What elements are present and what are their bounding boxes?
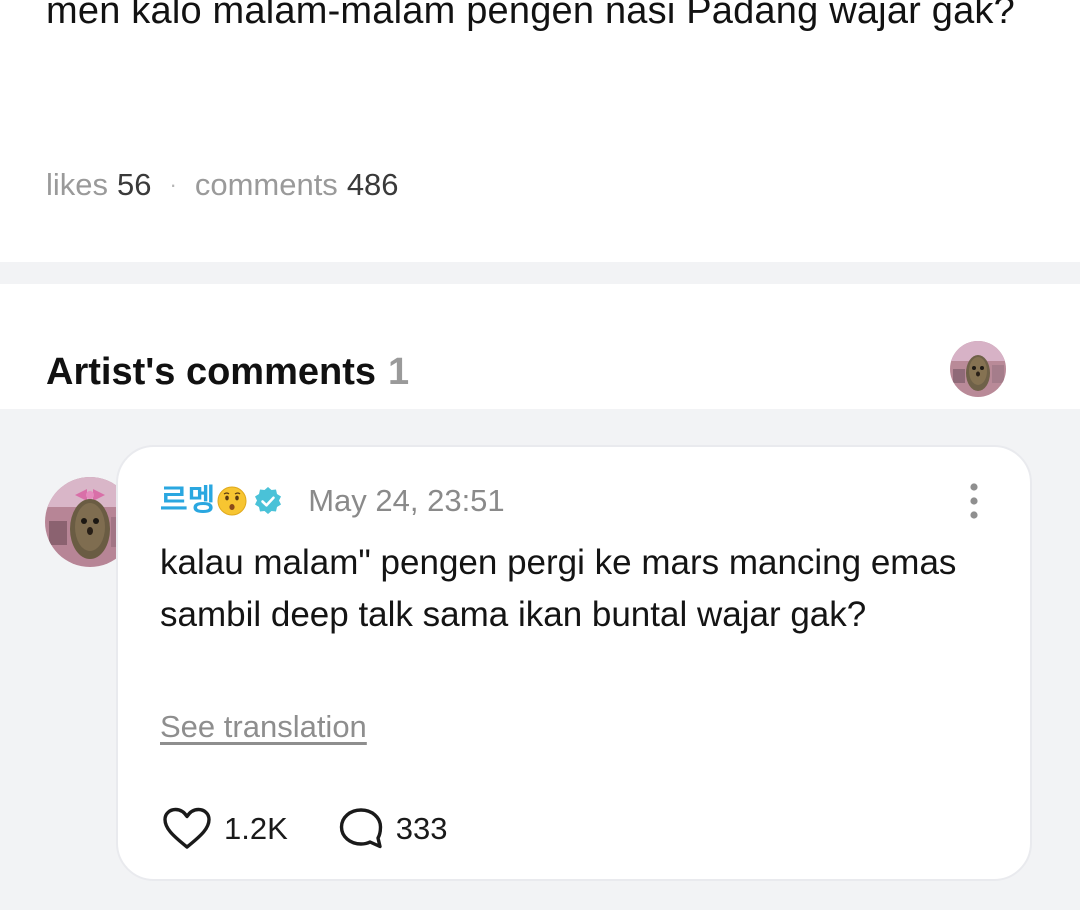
- like-button[interactable]: 1.2K: [162, 807, 288, 851]
- comment-header: 르멩 May 24, 23:51: [160, 483, 505, 519]
- heart-icon: [162, 807, 212, 851]
- comment-actions: 1.2K 333: [162, 807, 448, 851]
- likes-count[interactable]: 56: [117, 165, 151, 205]
- post-section: men kalo malam-malam pengen nasi Padang …: [0, 0, 1080, 262]
- likes-label: likes: [46, 167, 109, 202]
- more-vertical-icon[interactable]: [968, 483, 980, 519]
- kissing-face-emoji-icon: [217, 486, 247, 516]
- like-count: 1.2K: [224, 811, 288, 846]
- comments-count[interactable]: 486: [347, 165, 399, 205]
- reply-count: 333: [395, 811, 448, 846]
- comment-body: kalau malam" pengen pergi ke mars mancin…: [160, 543, 957, 634]
- comment-timestamp: May 24, 23:51: [308, 483, 505, 518]
- artist-comments-title: Artist's comments 1: [46, 350, 409, 394]
- post-stats: likes 56 · comments 486: [46, 165, 399, 205]
- speech-bubble-icon: [338, 807, 384, 851]
- artist-comments-label: Artist's comments: [46, 351, 377, 393]
- comment-author-name[interactable]: 르멩: [160, 483, 215, 519]
- comment-card: 르멩 May 24, 23:51 kalau malam" pengen per…: [116, 445, 1032, 881]
- see-translation-link[interactable]: See translation: [160, 709, 367, 745]
- comment-area: 르멩 May 24, 23:51 kalau malam" pengen per…: [0, 409, 1080, 910]
- reply-button[interactable]: 333: [338, 807, 448, 851]
- comments-label: comments: [194, 167, 338, 202]
- artist-avatar-icon[interactable]: [950, 341, 1006, 397]
- post-text: men kalo malam-malam pengen nasi Padang …: [46, 0, 1015, 32]
- section-divider: [0, 262, 1080, 284]
- artist-comments-count: 1: [388, 351, 410, 393]
- artist-comments-header: Artist's comments 1: [0, 284, 1080, 409]
- verified-badge-icon: [253, 486, 283, 516]
- stats-separator: ·: [169, 172, 177, 197]
